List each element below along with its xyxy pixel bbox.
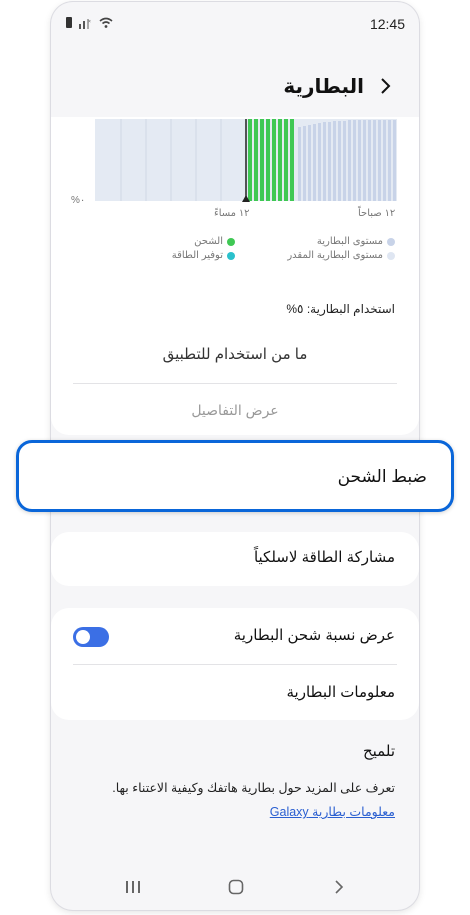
wifi-icon: [99, 17, 113, 28]
back-icon[interactable]: [333, 880, 345, 894]
toggle-knob: [76, 630, 90, 644]
svg-text:×: ×: [88, 19, 91, 25]
battery-info-item[interactable]: معلومات البطارية: [287, 683, 395, 701]
status-bar: × 12:45: [51, 2, 419, 46]
status-icons: ×: [65, 16, 113, 29]
legend-estimated-level: مستوى البطارية المقدر: [287, 250, 395, 261]
back-chevron-icon[interactable]: [375, 76, 395, 96]
legend-estimated-level-label: مستوى البطارية المقدر: [287, 250, 383, 261]
divider: [73, 664, 397, 665]
battery-status-icon: [66, 17, 72, 28]
legend-battery-level: مستوى البطارية: [317, 236, 395, 247]
estimated-level-dot: [387, 251, 395, 260]
battery-usage-card: %٠ ١٢ مساءً ١٢ صباحاً مستوى البطارية مست…: [51, 117, 419, 435]
header: البطارية: [51, 62, 419, 110]
tip-text: تعرف على المزيد حول بطارية هاتفك وكيفية …: [112, 781, 395, 795]
galaxy-battery-info-link[interactable]: معلومات بطارية Galaxy: [270, 804, 395, 819]
percentage-info-card: عرض نسبة شحن البطارية معلومات البطارية: [51, 608, 419, 720]
charging-dot: [227, 237, 235, 246]
legend-power-saving: توفير الطاقة: [172, 250, 235, 261]
power-saving-dot: [227, 251, 235, 260]
clock: 12:45: [369, 16, 405, 32]
view-details-button[interactable]: عرض التفاصيل: [51, 402, 419, 419]
page-title: البطارية: [283, 76, 364, 98]
legend-charging-label: الشحن: [194, 236, 223, 247]
home-icon[interactable]: [228, 879, 244, 895]
charging-settings-label: ضبط الشحن: [337, 467, 427, 486]
no-app-usage-text: ما من استخدام للتطبيق: [162, 346, 308, 363]
signal-icon: ×: [79, 18, 91, 29]
battery-graph: [95, 119, 397, 202]
legend-battery-level-label: مستوى البطارية: [316, 236, 383, 247]
show-percentage-toggle[interactable]: [73, 627, 109, 647]
wireless-power-share-item[interactable]: مشاركة الطاقة لاسلكياً: [254, 548, 395, 566]
legend-charging: الشحن: [194, 236, 235, 247]
legend-power-saving-label: توفير الطاقة: [171, 250, 223, 261]
battery-usage-label: استخدام البطارية: ٥%: [286, 302, 395, 316]
divider: [73, 383, 397, 384]
charging-settings-item[interactable]: ضبط الشحن: [16, 440, 454, 512]
recent-apps-icon[interactable]: [125, 880, 141, 894]
x-axis-right-label: ١٢ صباحاً: [358, 208, 396, 219]
battery-level-dot: [387, 237, 395, 246]
navigation-bar: [51, 868, 419, 908]
percent-axis-label: %٠: [71, 195, 86, 206]
x-axis-left-label: ١٢ مساءً: [214, 208, 250, 219]
wireless-share-card: مشاركة الطاقة لاسلكياً: [51, 532, 419, 586]
tip-title: تلميح: [362, 743, 395, 760]
show-percentage-item[interactable]: عرض نسبة شحن البطارية: [234, 626, 395, 644]
